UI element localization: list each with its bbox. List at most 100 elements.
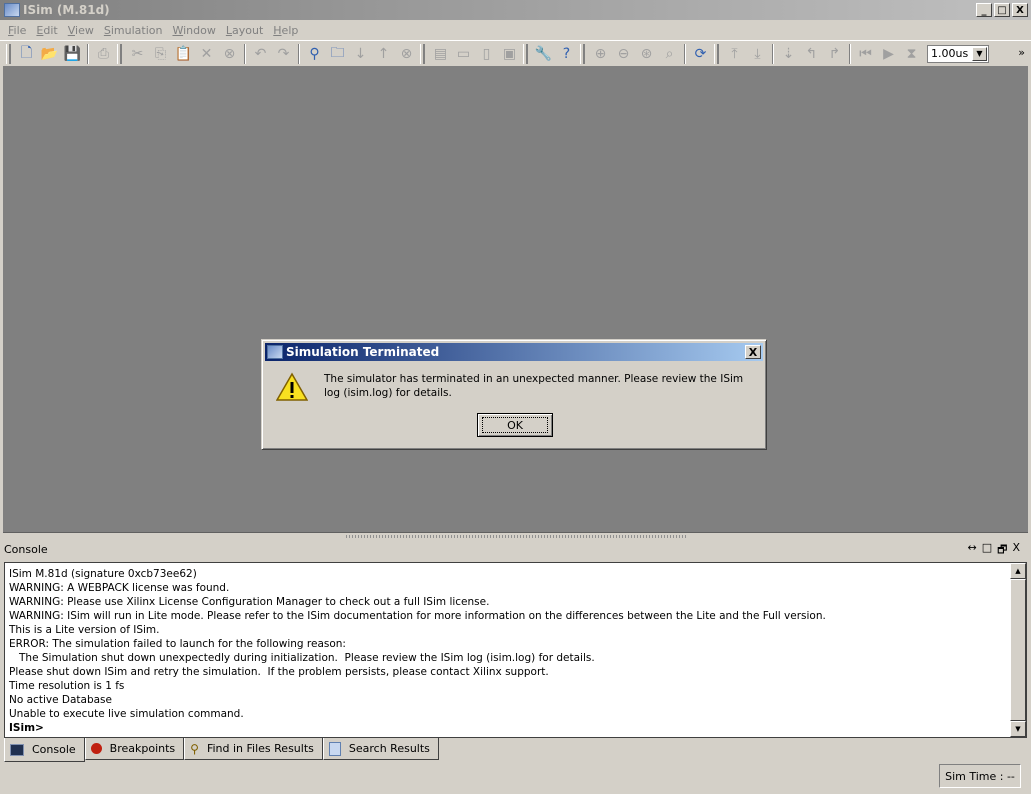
console-line: Time resolution is 1 fs	[9, 680, 125, 692]
tab-label: Find in Files Results	[206, 742, 314, 755]
search-results-icon	[328, 741, 341, 756]
restore-panel-icon[interactable]: 🗗	[997, 541, 1007, 560]
scroll-down-button[interactable]: ▼	[1010, 721, 1026, 737]
toolbar-separator	[849, 43, 851, 64]
warning-icon	[276, 372, 308, 401]
cut-icon[interactable]: ✂	[126, 44, 149, 64]
run-all-icon[interactable]: ▶	[877, 44, 900, 64]
previous-transition-icon[interactable]: ⤒	[723, 44, 746, 64]
chevron-down-icon[interactable]: ▼	[972, 46, 987, 61]
menu-window[interactable]: Window	[167, 24, 220, 37]
window-title: ISim (M.81d)	[23, 3, 110, 17]
toolbar-grip[interactable]	[580, 43, 585, 64]
breakpoint-icon	[90, 743, 102, 754]
print-icon[interactable]: ⎙	[92, 44, 115, 64]
find-icon[interactable]: ⊗	[218, 44, 241, 64]
zoom-out-icon[interactable]: ⊖	[612, 44, 635, 64]
next-transition-icon[interactable]: ⤓	[746, 44, 769, 64]
panel-splitter[interactable]	[3, 532, 1028, 540]
console-line: WARNING: ISim will run in Lite mode. Ple…	[9, 610, 826, 622]
find-next-icon[interactable]: ↓	[349, 44, 372, 64]
find-previous-icon[interactable]: ↑	[372, 44, 395, 64]
console-line: WARNING: A WEBPACK license was found.	[9, 582, 230, 594]
toolbar-separator	[87, 43, 89, 64]
ok-button[interactable]: OK	[477, 413, 553, 437]
scroll-thumb[interactable]	[1010, 579, 1026, 721]
whats-this-icon[interactable]: ?	[555, 44, 578, 64]
console-output[interactable]: ISim M.81d (signature 0xcb73ee62) WARNING…	[4, 562, 1027, 738]
console-line: Unable to execute live simulation comman…	[9, 708, 244, 720]
scroll-up-button[interactable]: ▲	[1010, 563, 1026, 579]
run-for-time-icon[interactable]: ⧗	[900, 44, 923, 64]
toolbar-grip[interactable]	[117, 43, 122, 64]
tab-label: Breakpoints	[109, 742, 176, 755]
restart-icon[interactable]: ⏮	[854, 44, 877, 64]
delete-icon[interactable]: ✕	[195, 44, 218, 64]
close-panel-icon[interactable]: X	[1012, 541, 1020, 560]
close-button[interactable]: X	[1012, 3, 1028, 17]
ok-label: OK	[482, 417, 548, 433]
new-file-icon[interactable]: 🗋	[15, 44, 38, 64]
toolbar-grip[interactable]	[420, 43, 425, 64]
tab-breakpoints[interactable]: Breakpoints	[84, 738, 185, 760]
toolbar-grip[interactable]	[714, 43, 719, 64]
refresh-icon[interactable]: ⟳	[689, 44, 712, 64]
maximize-button[interactable]: □	[994, 3, 1010, 17]
console-scrollbar[interactable]: ▲ ▼	[1010, 563, 1026, 737]
tab-find-in-files-results[interactable]: ⚲ Find in Files Results	[184, 738, 323, 760]
toolbar: 🗋 📂 💾 ⎙ ✂ ⎘ 📋 ✕ ⊗ ↶ ↷ ⚲ 🗀 ↓ ↑ ⊗ ▤ ▭ ▯ ▣ 🔧? ⊕ ⊖ ⊛ ⌕ ⟳ ⤒ ⤓ ⇣ ↰ ↱ ⏮ ▶ ⧗ 1.00u…	[0, 40, 1031, 66]
find-in-files-icon[interactable]: 🗀	[326, 44, 349, 64]
go-next-marker-icon[interactable]: ↱	[823, 44, 846, 64]
maximize-panel-icon[interactable]: □	[982, 541, 992, 560]
undo-icon[interactable]: ↶	[249, 44, 272, 64]
redo-icon[interactable]: ↷	[272, 44, 295, 64]
console-title: Console	[4, 542, 48, 556]
tile-horizontal-icon[interactable]: ▭	[452, 44, 475, 64]
menu-help[interactable]: Help	[268, 24, 303, 37]
console-line: ERROR: The simulation failed to launch f…	[9, 638, 346, 650]
tab-label: Search Results	[348, 742, 430, 755]
dialog-title-bar: Simulation Terminated X	[265, 343, 763, 361]
console-line: No active Database	[9, 694, 112, 706]
menu-simulation[interactable]: Simulation	[99, 24, 168, 37]
tab-console[interactable]: Console	[4, 738, 85, 762]
float-icon[interactable]: ↔	[967, 541, 976, 560]
zoom-cursor-icon[interactable]: ⌕	[658, 44, 681, 64]
paste-icon[interactable]: 📋	[172, 44, 195, 64]
toolbar-grip[interactable]	[6, 43, 11, 64]
minimize-button[interactable]: _	[976, 3, 992, 17]
toolbar-separator	[684, 43, 686, 64]
add-marker-icon[interactable]: ⇣	[777, 44, 800, 64]
stop-search-icon[interactable]: ⊗	[395, 44, 418, 64]
bottom-tabs: Console Breakpoints ⚲ Find in Files Resu…	[4, 738, 439, 762]
console-prompt[interactable]: ISim>	[9, 721, 1026, 735]
run-time-value: 1.00us	[931, 47, 969, 60]
dialog-close-button[interactable]: X	[745, 345, 761, 359]
tab-label: Console	[32, 743, 76, 756]
arrange-icon[interactable]: ▣	[498, 44, 521, 64]
menu-view[interactable]: View	[63, 24, 99, 37]
console-line: Please shut down ISim and retry the simu…	[9, 666, 549, 678]
tile-vertical-icon[interactable]: ▯	[475, 44, 498, 64]
zoom-fit-icon[interactable]: ⊛	[635, 44, 658, 64]
menu-layout[interactable]: Layout	[221, 24, 268, 37]
menu-edit[interactable]: Edit	[31, 24, 62, 37]
run-time-input[interactable]: 1.00us ▼	[927, 44, 989, 63]
cascade-icon[interactable]: ▤	[429, 44, 452, 64]
toolbar-grip[interactable]	[523, 43, 528, 64]
copy-icon[interactable]: ⎘	[149, 44, 172, 64]
sim-time-status: Sim Time : --	[939, 764, 1021, 788]
save-icon[interactable]: 💾	[61, 44, 84, 64]
console-icon	[10, 743, 24, 756]
toolbar-overflow-button[interactable]: »	[1018, 46, 1025, 59]
wrench-icon[interactable]: 🔧	[532, 44, 555, 64]
binoculars-icon[interactable]: ⚲	[303, 44, 326, 64]
go-previous-marker-icon[interactable]: ↰	[800, 44, 823, 64]
app-icon	[4, 3, 20, 17]
toolbar-separator	[244, 43, 246, 64]
app-icon	[267, 345, 283, 359]
menu-file[interactable]: File	[3, 24, 31, 37]
zoom-in-icon[interactable]: ⊕	[589, 44, 612, 64]
open-folder-icon[interactable]: 📂	[38, 44, 61, 64]
tab-search-results[interactable]: Search Results	[322, 738, 439, 760]
